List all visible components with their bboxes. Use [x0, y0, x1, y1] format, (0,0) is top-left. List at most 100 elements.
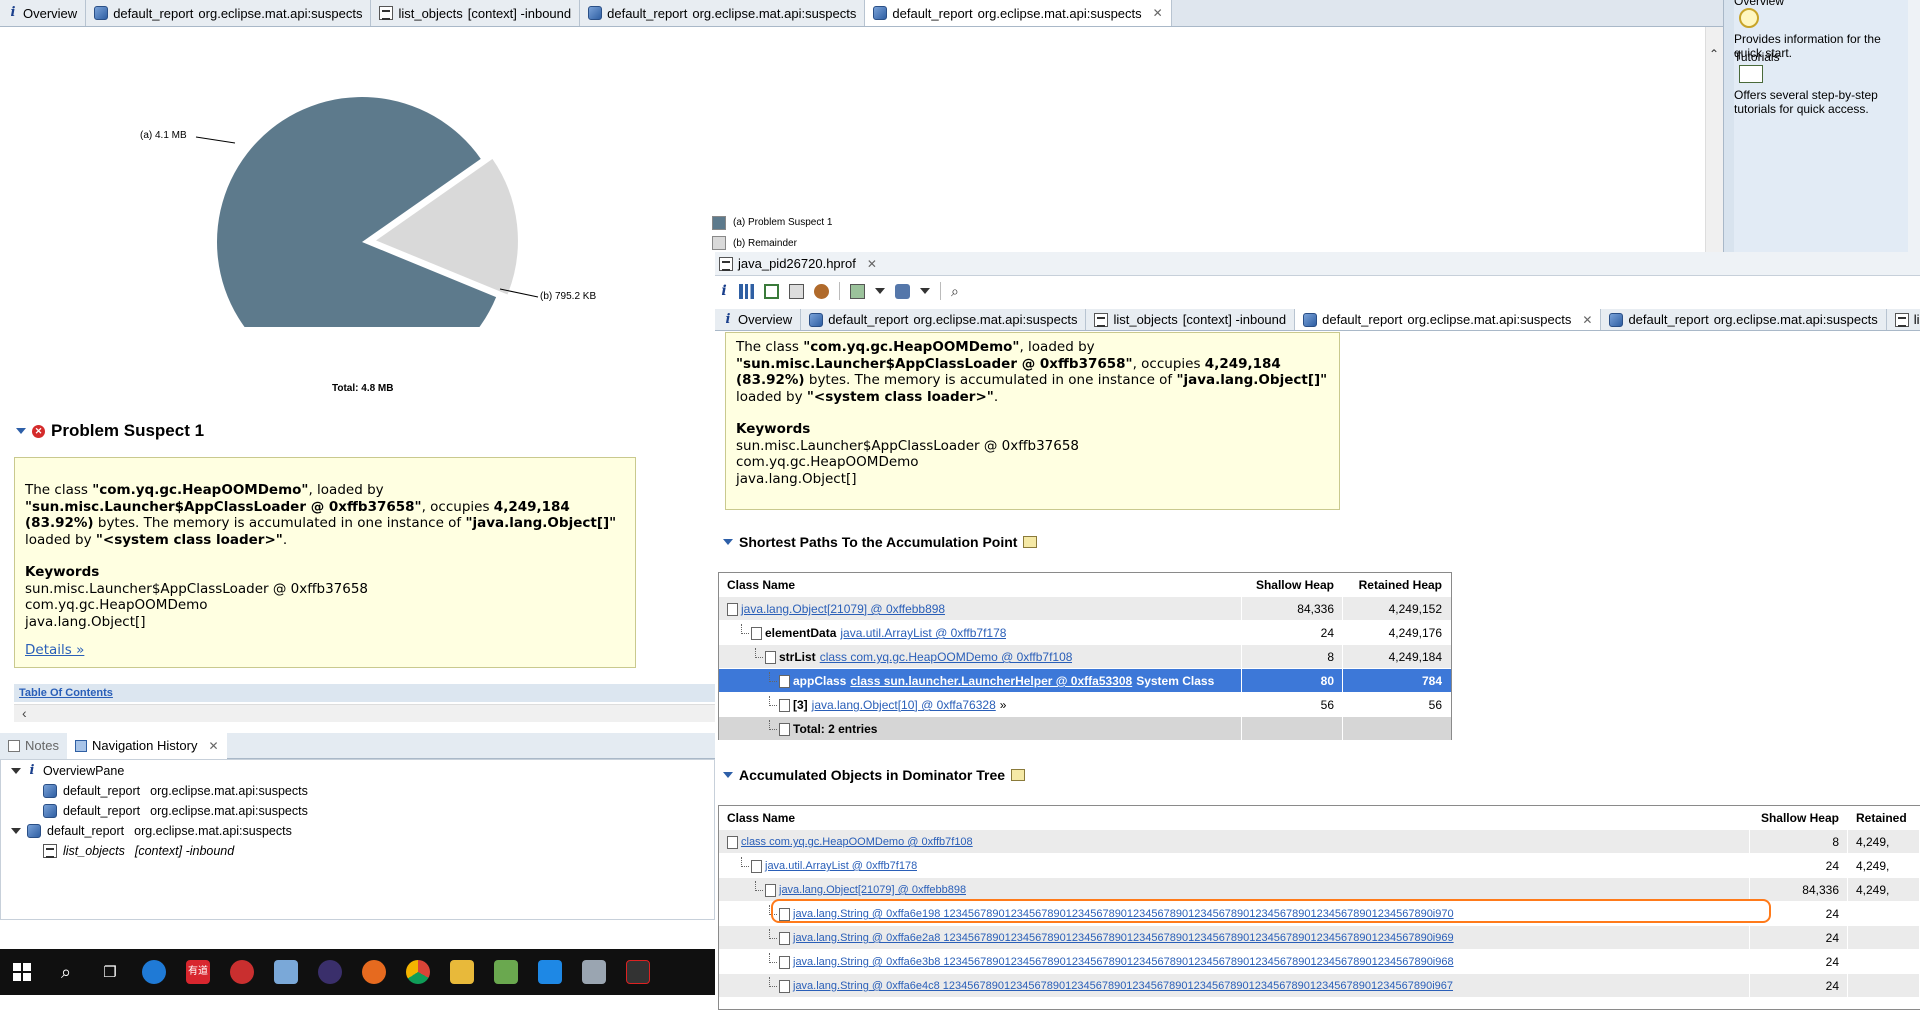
tab-notes[interactable]: Notes — [0, 732, 67, 759]
task-view-icon[interactable]: ❐ — [88, 949, 132, 995]
col-retained-heap[interactable]: Retained H — [1847, 806, 1920, 849]
app-paint-icon[interactable] — [264, 949, 308, 995]
welcome-scrollbar[interactable] — [1908, 0, 1920, 252]
scroll-up-icon[interactable]: ⌃ — [1709, 47, 1719, 61]
oql-icon[interactable] — [789, 283, 804, 299]
welcome-tutorials-title[interactable]: Tutorials — [1734, 50, 1780, 64]
dropdown-arrow-icon[interactable] — [920, 288, 930, 294]
table-row[interactable]: java.util.ArrayList @ 0xffb7f178 24 4,249, — [719, 854, 1919, 878]
open-in-tab-icon[interactable] — [1023, 536, 1038, 548]
table-row[interactable]: Total: 2 entries — [719, 717, 1451, 741]
object-link[interactable]: java.lang.Object[21079] @ 0xffebb898 — [741, 602, 945, 616]
table-row[interactable]: java.lang.String @ 0xffa6e2a8 1234567890… — [719, 926, 1919, 950]
app-grey-icon[interactable] — [572, 949, 616, 995]
chrome-icon[interactable] — [396, 949, 440, 995]
class-name-cell[interactable]: Total: 2 entries — [769, 717, 881, 741]
history-item-report-3[interactable]: default_report org.eclipse.mat.api:suspe… — [11, 824, 292, 838]
details-link[interactable]: Details » — [25, 642, 84, 658]
tab-default-report-1[interactable]: default_report org.eclipse.mat.api:suspe… — [801, 309, 1087, 330]
expand-icon[interactable] — [11, 828, 21, 834]
histogram-icon[interactable] — [739, 283, 754, 299]
object-link[interactable]: java.lang.String @ 0xffa6e4c8 1234567890… — [793, 980, 1453, 992]
file-tab[interactable]: java_pid26720.hprof ✕ — [715, 252, 1920, 276]
collapse-triangle-icon[interactable] — [16, 428, 26, 434]
tab-list-objects-2[interactable]: list_ob — [1886, 309, 1920, 330]
app-blue-icon[interactable] — [528, 949, 572, 995]
idea-icon[interactable] — [616, 949, 660, 995]
close-icon[interactable]: ✕ — [867, 257, 877, 271]
close-icon[interactable]: ✕ — [208, 739, 218, 753]
tab-overview[interactable]: i Overview — [0, 0, 87, 26]
firefox-icon[interactable] — [352, 949, 396, 995]
object-link[interactable]: java.util.ArrayList @ 0xffb7f178 — [840, 626, 1006, 640]
edge-icon[interactable] — [132, 949, 176, 995]
class-name-cell[interactable]: elementData java.util.ArrayList @ 0xffb7… — [741, 621, 1006, 645]
col-shallow-heap[interactable]: Shallow Heap — [1749, 806, 1847, 830]
object-link[interactable]: class com.yq.gc.HeapOOMDemo @ 0xffb7f108 — [741, 836, 973, 848]
horizontal-scrollbar[interactable]: ‹ — [14, 704, 715, 722]
class-name-cell[interactable]: java.util.ArrayList @ 0xffb7f178 — [741, 854, 917, 878]
tab-default-report-2[interactable]: default_report org.eclipse.mat.api:suspe… — [1295, 309, 1602, 330]
col-retained-heap[interactable]: Retained Heap — [1342, 573, 1450, 597]
vertical-scrollbar[interactable]: ⌃ — [1705, 27, 1723, 252]
object-link[interactable]: java.lang.Object[21079] @ 0xffebb898 — [779, 884, 966, 896]
col-class-name[interactable]: Class Name — [727, 573, 795, 597]
eclipse-icon[interactable] — [308, 949, 352, 995]
table-of-contents-link[interactable]: Table Of Contents — [19, 687, 113, 699]
run-report-icon[interactable] — [850, 283, 865, 299]
history-item-report-1[interactable]: default_report org.eclipse.mat.api:suspe… — [43, 784, 308, 798]
class-name-cell[interactable]: java.lang.String @ 0xffa6e4c8 1234567890… — [769, 974, 1453, 998]
object-link[interactable]: class com.yq.gc.HeapOOMDemo @ 0xffb7f108 — [820, 650, 1073, 664]
problem-suspect-heading[interactable]: ✕ Problem Suspect 1 — [16, 421, 204, 441]
dominator-tree-icon[interactable] — [764, 283, 779, 299]
class-name-cell[interactable]: appClass class sun.launcher.LauncherHelp… — [769, 669, 1214, 693]
dominator-tree-heading[interactable]: Accumulated Objects in Dominator Tree — [723, 767, 1026, 783]
class-name-cell[interactable]: java.lang.Object[21079] @ 0xffebb898 — [727, 597, 945, 621]
class-name-cell[interactable]: strList class com.yq.gc.HeapOOMDemo @ 0x… — [755, 645, 1072, 669]
tab-overview[interactable]: i Overview — [715, 309, 802, 330]
tab-default-report-3[interactable]: default_report org.eclipse.mat.api:suspe… — [865, 0, 1172, 26]
close-icon[interactable]: ✕ — [1153, 6, 1163, 20]
tab-list-objects[interactable]: list_objects [context] -inbound — [1086, 309, 1296, 330]
collapse-triangle-icon[interactable] — [723, 539, 733, 545]
search-icon[interactable]: ⌕ — [951, 283, 959, 300]
shortest-paths-heading[interactable]: Shortest Paths To the Accumulation Point — [723, 534, 1038, 550]
collapse-triangle-icon[interactable] — [723, 772, 733, 778]
table-row[interactable]: elementData java.util.ArrayList @ 0xffb7… — [719, 621, 1451, 645]
folder-icon[interactable] — [440, 949, 484, 995]
tab-default-report-3[interactable]: default_report org.eclipse.mat.api:suspe… — [1601, 309, 1887, 330]
table-row[interactable]: java.lang.String @ 0xffa6e4c8 1234567890… — [719, 974, 1919, 998]
scroll-left-icon[interactable]: ‹ — [22, 705, 27, 721]
thread-overview-icon[interactable] — [814, 283, 829, 299]
table-row[interactable]: [3] java.lang.Object[10] @ 0xffa76328 » 5… — [719, 693, 1451, 717]
info-icon[interactable]: i — [719, 284, 729, 298]
history-item-report-2[interactable]: default_report org.eclipse.mat.api:suspe… — [43, 804, 308, 818]
search-icon[interactable]: ⌕ — [44, 949, 88, 995]
notepad-icon[interactable] — [484, 949, 528, 995]
object-link[interactable]: java.lang.Object[10] @ 0xffa76328 — [812, 698, 996, 712]
object-link[interactable]: java.lang.String @ 0xffa6e2a8 1234567890… — [793, 932, 1454, 944]
object-link[interactable]: java.lang.String @ 0xffa6e3b8 1234567890… — [793, 956, 1454, 968]
col-class-name[interactable]: Class Name — [727, 806, 795, 830]
class-name-cell[interactable]: [3] java.lang.Object[10] @ 0xffa76328 » — [769, 693, 1006, 717]
dropdown-arrow-icon[interactable] — [875, 288, 885, 294]
history-item-overview[interactable]: i OverviewPane — [11, 764, 124, 778]
app-red-icon[interactable] — [220, 949, 264, 995]
open-in-tab-icon[interactable] — [1011, 769, 1026, 781]
query-browser-icon[interactable] — [895, 283, 910, 299]
object-link[interactable]: class sun.launcher.LauncherHelper @ 0xff… — [850, 674, 1132, 688]
table-row[interactable]: strList class com.yq.gc.HeapOOMDemo @ 0x… — [719, 645, 1451, 669]
col-shallow-heap[interactable]: Shallow Heap — [1241, 573, 1342, 597]
expand-icon[interactable] — [11, 768, 21, 774]
class-name-cell[interactable]: java.lang.String @ 0xffa6e3b8 1234567890… — [769, 950, 1454, 974]
object-link[interactable]: java.util.ArrayList @ 0xffb7f178 — [765, 860, 917, 872]
tab-default-report-2[interactable]: default_report org.eclipse.mat.api:suspe… — [580, 0, 866, 26]
tab-default-report-1[interactable]: default_report org.eclipse.mat.api:suspe… — [86, 0, 372, 26]
table-row[interactable]: java.lang.Object[21079] @ 0xffebb898 84,3… — [719, 597, 1451, 621]
tab-navigation-history[interactable]: Navigation History ✕ — [66, 732, 227, 759]
table-row[interactable]: java.lang.String @ 0xffa6e3b8 1234567890… — [719, 950, 1919, 974]
tab-list-objects[interactable]: list_objects [context] -inbound — [371, 0, 581, 26]
close-icon[interactable]: ✕ — [1582, 313, 1592, 327]
history-item-list-objects[interactable]: list_objects [context] -inbound — [43, 844, 234, 858]
windows-start-icon[interactable] — [0, 949, 44, 995]
